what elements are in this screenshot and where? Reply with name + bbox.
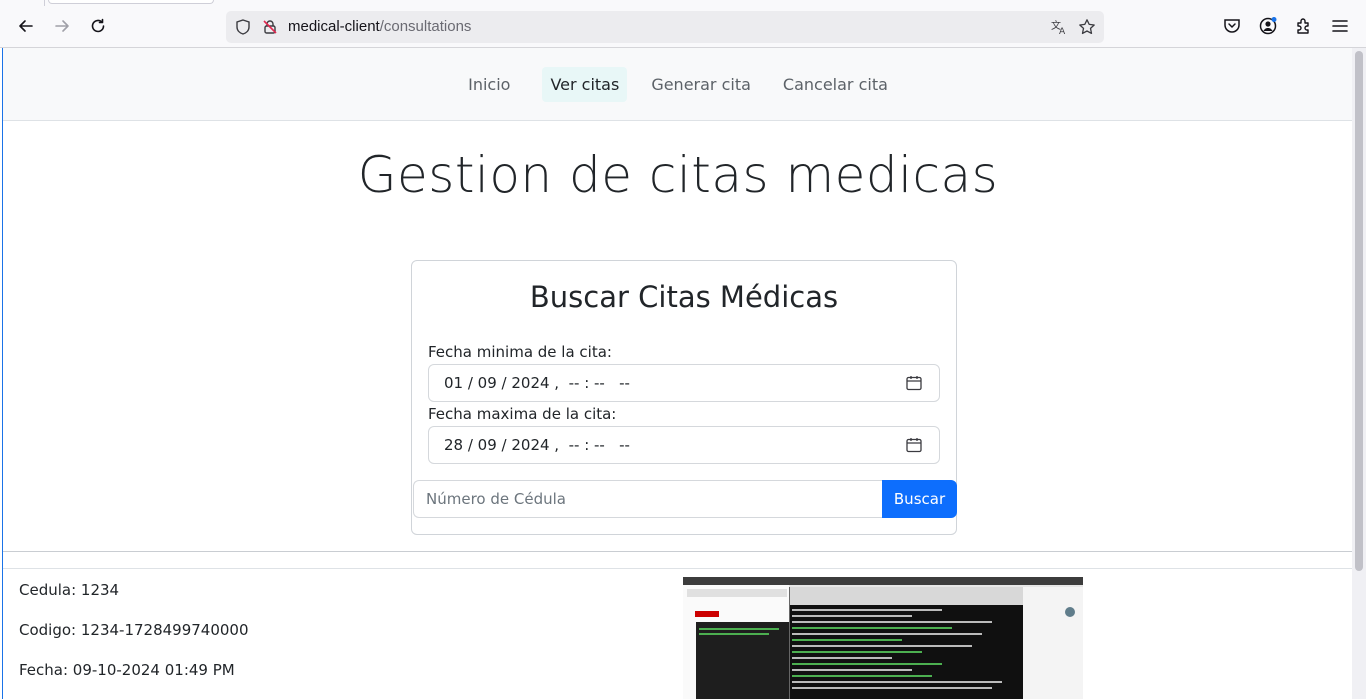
page-scrollbar[interactable]: [1352, 48, 1366, 699]
url-text[interactable]: medical-client/consultations: [288, 18, 471, 35]
arrow-right-icon: [55, 20, 69, 32]
scrollbar-thumb[interactable]: [1355, 51, 1363, 571]
insecure-lock-icon[interactable]: [261, 18, 279, 36]
page-viewport: Inicio Ver citas Generar cita Cancelar c…: [0, 48, 1366, 699]
cedula-search-group: Buscar: [412, 480, 957, 518]
browser-toolbar: medical-client/consultations 文A: [0, 0, 1366, 48]
reload-icon: [91, 18, 105, 33]
cedula-input[interactable]: [413, 480, 883, 518]
page-title: Gestion de citas medicas: [357, 146, 999, 204]
min-date-label: Fecha minima de la cita:: [428, 343, 612, 361]
nav-link-generar-cita[interactable]: Generar cita: [643, 67, 759, 102]
account-icon[interactable]: [1258, 16, 1278, 36]
max-date-value: 28 / 09 / 2024 , -- : -- --: [444, 436, 630, 454]
url-path: /consultations: [379, 18, 472, 35]
search-card-title: Buscar Citas Médicas: [529, 280, 839, 314]
url-bar[interactable]: medical-client/consultations 文A: [226, 11, 1104, 43]
result-fecha: Fecha: 09-10-2024 01:49 PM: [19, 661, 235, 679]
max-date-label: Fecha maxima de la cita:: [428, 405, 617, 423]
nav-link-cancelar-cita[interactable]: Cancelar cita: [775, 67, 896, 102]
pocket-icon[interactable]: [1222, 16, 1242, 36]
forward-button[interactable]: [50, 14, 74, 38]
top-navbar: Inicio Ver citas Generar cita Cancelar c…: [3, 48, 1353, 121]
search-button[interactable]: Buscar: [882, 480, 957, 518]
tab-strip-divider: [44, 0, 45, 6]
bookmark-star-icon[interactable]: [1078, 18, 1096, 36]
calendar-icon[interactable]: [905, 436, 923, 454]
page-body: Inicio Ver citas Generar cita Cancelar c…: [2, 48, 1353, 699]
max-date-input[interactable]: 28 / 09 / 2024 , -- : -- --: [428, 426, 940, 464]
calendar-icon[interactable]: [905, 374, 923, 392]
nav-link-ver-citas[interactable]: Ver citas: [542, 66, 628, 102]
translate-icon[interactable]: 文A: [1050, 18, 1068, 36]
svg-text:A: A: [1059, 27, 1066, 36]
min-date-value: 01 / 09 / 2024 , -- : -- --: [444, 374, 630, 392]
tab-strip-edge: [48, 0, 214, 4]
appointment-screenshot-image: [683, 577, 1083, 699]
url-host: medical-client: [288, 18, 380, 35]
search-card: Buscar Citas Médicas Fecha minima de la …: [411, 260, 957, 535]
min-date-input[interactable]: 01 / 09 / 2024 , -- : -- --: [428, 364, 940, 402]
result-codigo: Codigo: 1234-1728499740000: [19, 621, 249, 639]
appointment-result: Cedula: 1234 Codigo: 1234-1728499740000 …: [3, 568, 1353, 699]
shield-icon[interactable]: [234, 18, 252, 36]
nav-link-inicio[interactable]: Inicio: [460, 67, 518, 102]
back-button[interactable]: [14, 14, 38, 38]
section-divider: [3, 551, 1353, 552]
arrow-left-icon: [19, 20, 33, 32]
reload-button[interactable]: [86, 14, 110, 38]
extensions-icon[interactable]: [1294, 16, 1314, 36]
menu-icon[interactable]: [1330, 16, 1350, 36]
result-cedula: Cedula: 1234: [19, 581, 120, 599]
